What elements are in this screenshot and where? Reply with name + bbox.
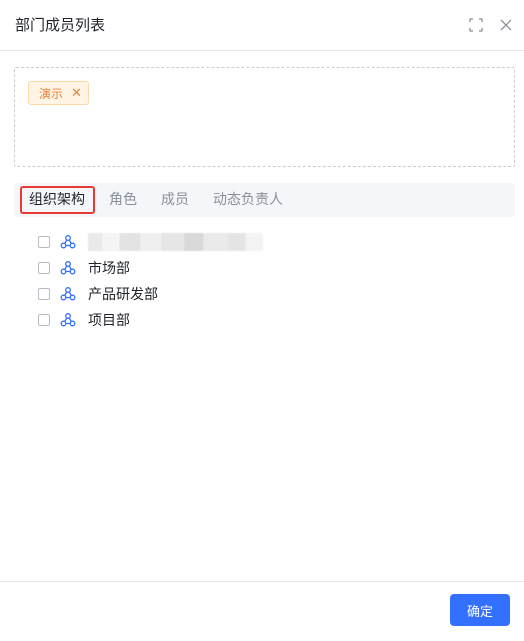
tag-close-icon[interactable]: ✕: [71, 87, 82, 100]
tree-node[interactable]: 产品研发部: [38, 281, 263, 307]
selected-tag: 演示 ✕: [28, 81, 89, 105]
node-label-redacted: [88, 233, 263, 251]
tab-org-structure[interactable]: 组织架构: [29, 183, 85, 217]
org-icon: [60, 312, 76, 328]
selected-items-box: 演示 ✕: [14, 67, 515, 167]
fullscreen-icon[interactable]: [468, 17, 484, 33]
org-icon: [60, 260, 76, 276]
tree-node[interactable]: 项目部: [38, 307, 263, 333]
tab-bar: 组织架构 角色 成员 动态负责人: [14, 183, 515, 217]
org-icon: [60, 286, 76, 302]
confirm-button[interactable]: 确定: [450, 594, 510, 626]
node-label: 市场部: [88, 261, 130, 277]
dialog-footer: [0, 581, 524, 641]
org-icon: [60, 234, 76, 250]
tab-roles[interactable]: 角色: [109, 183, 137, 217]
close-icon[interactable]: [498, 17, 514, 33]
node-checkbox[interactable]: [38, 236, 50, 248]
tab-dynamic-owner[interactable]: 动态负责人: [213, 183, 283, 217]
dialog-header: 部门成员列表: [0, 0, 524, 51]
tab-members[interactable]: 成员: [161, 183, 189, 217]
node-checkbox[interactable]: [38, 288, 50, 300]
tree-node[interactable]: [38, 229, 263, 255]
node-label: 项目部: [88, 313, 130, 329]
selected-tag-label: 演示: [39, 86, 64, 101]
node-checkbox[interactable]: [38, 314, 50, 326]
dialog-title: 部门成员列表: [15, 16, 106, 34]
tree-node[interactable]: 市场部: [38, 255, 263, 281]
node-label: 产品研发部: [88, 287, 158, 303]
node-checkbox[interactable]: [38, 262, 50, 274]
org-tree: 市场部 产品研发部 项目部: [38, 229, 263, 333]
